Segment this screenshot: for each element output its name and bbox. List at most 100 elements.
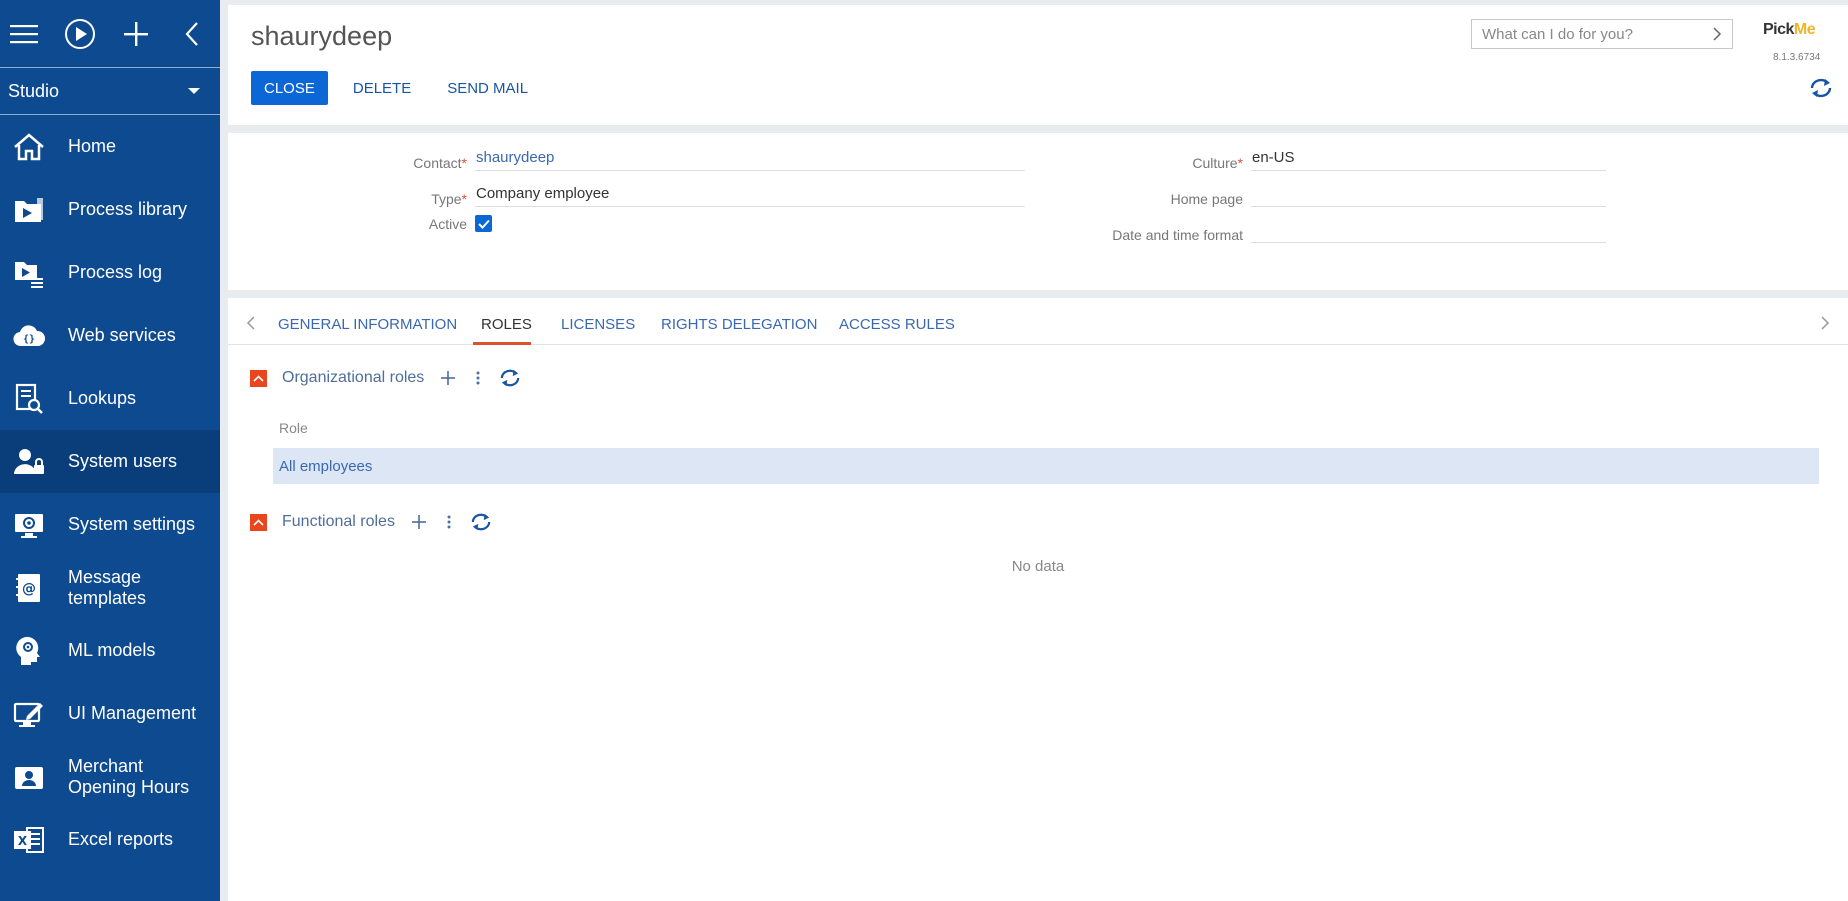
close-button[interactable]: CLOSE — [251, 71, 328, 105]
chevron-right-icon[interactable] — [1820, 315, 1830, 331]
sidebar-item-ui-management[interactable]: UI Management — [0, 682, 220, 745]
sidebar-item-merchant-opening-hours[interactable]: Merchant Opening Hours — [0, 745, 220, 808]
tab-access-rules[interactable]: ACCESS RULES — [839, 316, 955, 333]
sidebar-item-system-users[interactable]: System users — [0, 430, 220, 493]
sidebar: Studio Home Process library Process log … — [0, 0, 220, 901]
workplace-selector[interactable]: Studio — [0, 67, 220, 115]
command-line-input[interactable] — [1482, 25, 1712, 43]
sidebar-item-excel-reports[interactable]: X Excel reports — [0, 808, 220, 871]
field-label: Contact* — [413, 155, 467, 171]
main-content: shaurydeep CLOSE DELETE SEND MAIL PickMe… — [228, 5, 1848, 901]
sidebar-item-label: Excel reports — [68, 829, 174, 849]
sidebar-item-label: UI Management — [68, 703, 197, 723]
sidebar-item-label: System users — [68, 451, 178, 471]
sidebar-item-label: Merchant Opening Hours — [68, 755, 190, 797]
sidebar-item-home[interactable]: Home — [0, 115, 220, 178]
home-icon — [12, 130, 46, 164]
datetime-format-field: Date and time format — [1028, 216, 1606, 243]
brand-logo: PickMe — [1763, 21, 1816, 39]
section-title: Organizational roles — [282, 369, 425, 386]
lookups-icon — [12, 382, 46, 416]
collapse-icon[interactable] — [174, 16, 210, 52]
page-title: shaurydeep — [251, 21, 393, 51]
add-icon[interactable] — [409, 512, 429, 532]
send-mail-button[interactable]: SEND MAIL — [434, 71, 541, 105]
sidebar-item-process-library[interactable]: Process library — [0, 178, 220, 241]
web-services-icon: {} — [12, 319, 46, 353]
excel-reports-icon: X — [12, 823, 46, 857]
sidebar-item-ml-models[interactable]: ML models — [0, 619, 220, 682]
tab-licenses[interactable]: LICENSES — [561, 316, 635, 333]
process-library-icon — [12, 193, 46, 227]
sidebar-item-label: ML models — [68, 640, 156, 660]
tab-panel: GENERAL INFORMATION ROLES LICENSES RIGHT… — [228, 298, 1848, 901]
chevron-left-icon[interactable] — [246, 315, 256, 331]
field-label: Type* — [431, 191, 467, 207]
field-label: Culture* — [1192, 155, 1243, 171]
sidebar-item-label: Lookups — [68, 388, 137, 408]
system-users-icon — [12, 445, 46, 479]
refresh-icon[interactable] — [469, 512, 493, 532]
contact-field: Contact* shaurydeep — [228, 144, 1025, 171]
home-page-value[interactable] — [1251, 180, 1606, 207]
sidebar-item-label: System settings — [68, 514, 196, 534]
more-options-icon[interactable] — [439, 512, 459, 532]
run-process-icon[interactable] — [62, 16, 98, 52]
add-icon[interactable] — [438, 368, 458, 388]
svg-text:{}: {} — [23, 334, 35, 345]
sidebar-item-web-services[interactable]: {} Web services — [0, 304, 220, 367]
datetime-format-value[interactable] — [1251, 216, 1606, 243]
table-row[interactable]: All employees — [273, 448, 1819, 484]
collapse-toggle[interactable] — [250, 369, 267, 387]
empty-state-message: No data — [1011, 558, 1065, 575]
active-tab-indicator — [473, 342, 531, 345]
refresh-icon[interactable] — [1808, 77, 1834, 99]
sidebar-item-label: Home — [68, 136, 117, 156]
tab-bar: GENERAL INFORMATION ROLES LICENSES RIGHT… — [228, 298, 1848, 345]
checkmark-icon — [477, 219, 490, 229]
chevron-right-icon[interactable] — [1712, 27, 1722, 41]
type-value[interactable]: Company employee — [475, 180, 1025, 207]
sidebar-item-lookups[interactable]: Lookups — [0, 367, 220, 430]
section-title: Functional roles — [282, 513, 395, 530]
message-templates-icon: @ — [12, 571, 46, 605]
sidebar-item-label: Process log — [68, 262, 163, 282]
process-log-icon — [12, 256, 46, 290]
culture-value[interactable]: en-US — [1251, 144, 1606, 171]
chevron-up-icon — [253, 374, 264, 382]
collapse-toggle[interactable] — [250, 513, 267, 531]
user-details-form: Contact* shaurydeep Type* Company employ… — [228, 133, 1848, 290]
active-checkbox[interactable] — [475, 215, 492, 232]
culture-field: Culture* en-US — [1028, 144, 1606, 171]
ui-management-icon — [12, 697, 46, 731]
field-label: Date and time format — [1112, 227, 1243, 243]
sidebar-toolbar — [0, 0, 220, 67]
command-line — [1471, 19, 1733, 49]
tab-general-information[interactable]: GENERAL INFORMATION — [278, 316, 457, 333]
svg-text:X: X — [18, 834, 28, 848]
ml-models-icon — [12, 634, 46, 668]
tab-rights-delegation[interactable]: RIGHTS DELEGATION — [661, 316, 817, 333]
organizational-roles-header: Organizational roles — [250, 368, 522, 388]
sidebar-item-system-settings[interactable]: System settings — [0, 493, 220, 556]
merchant-hours-icon — [12, 760, 46, 794]
sidebar-item-message-templates[interactable]: @ Message templates — [0, 556, 220, 619]
contact-value[interactable]: shaurydeep — [475, 144, 1025, 171]
sidebar-item-label: Web services — [68, 325, 176, 345]
menu-icon[interactable] — [6, 16, 42, 52]
field-label: Home page — [1170, 191, 1243, 207]
brand-suffix: Me — [1793, 21, 1816, 38]
sidebar-item-process-log[interactable]: Process log — [0, 241, 220, 304]
refresh-icon[interactable] — [498, 368, 522, 388]
tab-roles[interactable]: ROLES — [481, 316, 532, 333]
more-options-icon[interactable] — [468, 368, 488, 388]
delete-button[interactable]: DELETE — [340, 71, 424, 105]
active-field: Active — [228, 215, 492, 232]
system-settings-icon — [12, 508, 46, 542]
add-icon[interactable] — [118, 16, 154, 52]
column-header-role[interactable]: Role — [279, 420, 308, 436]
chevron-down-icon — [188, 88, 200, 94]
page-header: shaurydeep CLOSE DELETE SEND MAIL PickMe… — [228, 5, 1848, 125]
workplace-label: Studio — [8, 80, 60, 101]
version-label: 8.1.3.6734 — [1773, 52, 1821, 63]
